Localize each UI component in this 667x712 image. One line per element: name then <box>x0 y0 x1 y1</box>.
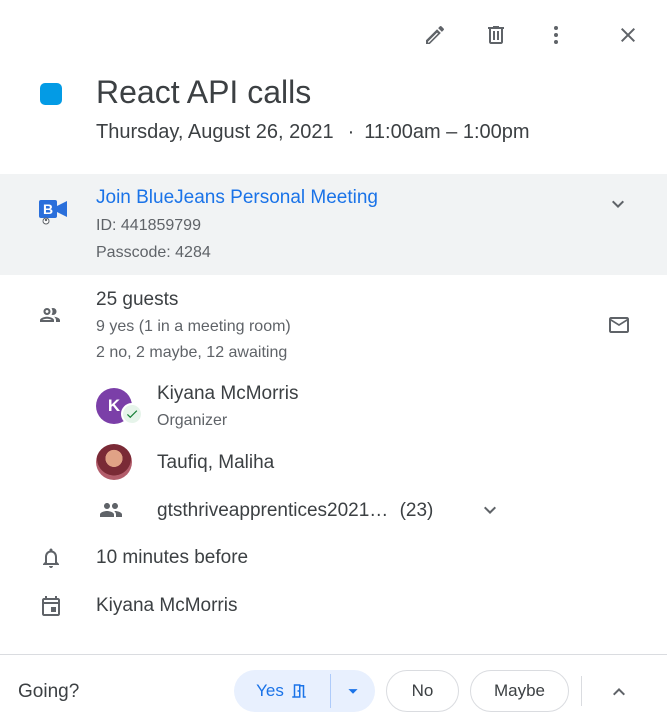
going-label: Going? <box>18 681 80 702</box>
email-guests-button[interactable] <box>599 305 639 345</box>
pencil-icon <box>426 25 445 44</box>
guest-count: 25 guests <box>96 289 179 310</box>
close-icon <box>621 28 635 42</box>
trash-icon <box>488 26 504 44</box>
rsvp-yes-label: Yes <box>256 681 284 700</box>
meeting-passcode: Passcode: 4284 <box>96 244 211 261</box>
expand-group-button[interactable] <box>470 490 510 530</box>
meeting-room-icon <box>292 684 306 698</box>
more-vert-icon <box>554 26 558 44</box>
rsvp-maybe-button[interactable]: Maybe <box>470 670 569 712</box>
svg-text:B: B <box>43 201 53 217</box>
event-color-swatch <box>40 83 62 105</box>
join-meeting-link[interactable]: Join BlueJeans Personal Meeting <box>96 187 378 209</box>
collapse-footer-button[interactable] <box>599 672 639 712</box>
rsvp-yes-group: Yes <box>234 670 375 712</box>
caret-down-icon <box>348 689 358 694</box>
guest-name: Taufiq, Maliha <box>157 452 275 473</box>
bluejeans-icon: B <box>38 197 68 227</box>
calendar-owner: Kiyana McMorris <box>96 595 238 616</box>
guest-summary-yes: 9 yes (1 in a meeting room) <box>96 318 291 335</box>
reminder-text: 10 minutes before <box>96 547 249 568</box>
event-title: React API calls <box>96 74 312 110</box>
guest-name: Kiyana McMorris <box>157 383 299 404</box>
event-time: 11:00am – 1:00pm <box>364 121 530 143</box>
avatar <box>96 444 132 480</box>
check-icon <box>126 410 138 419</box>
mail-icon <box>609 317 629 333</box>
more-options-button[interactable] <box>536 15 576 55</box>
meeting-id: ID: 441859799 <box>96 217 201 234</box>
edit-button[interactable] <box>415 15 455 55</box>
close-button[interactable] <box>608 15 648 55</box>
event-datetime: Thursday, August 26, 2021 · 11:00am – 1:00… <box>96 121 530 144</box>
avatar: K <box>96 388 143 425</box>
event-date: Thursday, August 26, 2021 <box>96 121 334 143</box>
delete-button[interactable] <box>476 15 516 55</box>
guest-group[interactable]: gtsthriveapprentices2021… (23) <box>157 500 433 522</box>
accepted-badge <box>121 403 143 425</box>
footer-divider <box>581 676 582 706</box>
guest-summary-other: 2 no, 2 maybe, 12 awaiting <box>96 344 288 361</box>
datetime-separator: · <box>347 121 355 143</box>
chevron-up-icon <box>613 688 625 696</box>
calendar-icon <box>39 594 63 618</box>
guest-role: Organizer <box>157 412 228 429</box>
group-icon <box>99 498 123 522</box>
expand-conference-button[interactable] <box>598 184 638 224</box>
rsvp-options-button[interactable] <box>331 670 375 712</box>
group-name: gtsthriveapprentices2021… <box>157 500 389 521</box>
bell-icon <box>39 546 63 570</box>
rsvp-no-button[interactable]: No <box>386 670 459 712</box>
chevron-down-icon <box>484 506 496 514</box>
chevron-down-icon <box>612 200 624 208</box>
avatar-initial: K <box>107 396 121 415</box>
group-count: (23) <box>399 500 434 521</box>
rsvp-yes-button[interactable]: Yes <box>234 670 330 712</box>
people-icon <box>38 303 62 327</box>
